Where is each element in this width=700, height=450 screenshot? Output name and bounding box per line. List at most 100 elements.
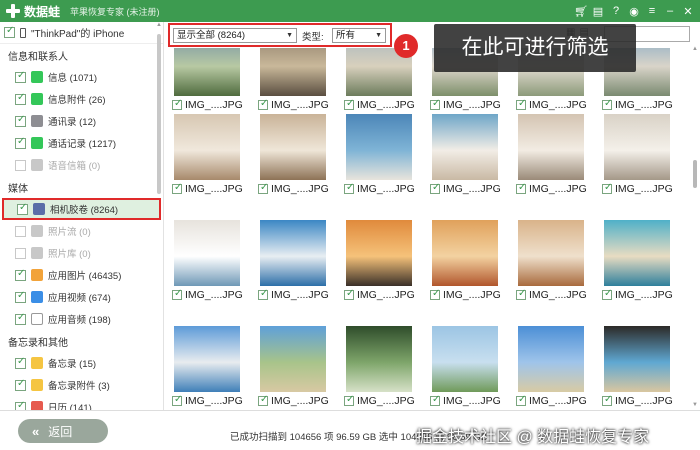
photo-item-label[interactable]: IMG_....JPG bbox=[172, 98, 243, 112]
sidebar-item[interactable]: 备忘录 (15) bbox=[0, 352, 163, 374]
photo-item-label[interactable]: IMG_....JPG bbox=[516, 98, 587, 112]
photo-item-label[interactable]: IMG_....JPG bbox=[344, 98, 415, 112]
photo-item-label[interactable]: IMG_....JPG bbox=[516, 182, 587, 196]
sidebar-item-checkbox[interactable] bbox=[15, 268, 26, 281]
photo-checkbox[interactable] bbox=[344, 394, 354, 406]
photo-checkbox[interactable] bbox=[344, 98, 354, 110]
photo-thumbnail[interactable] bbox=[260, 220, 326, 286]
back-button[interactable]: « 返回 bbox=[18, 419, 108, 443]
photo-item-label[interactable]: IMG_....JPG bbox=[258, 394, 329, 408]
photo-thumbnail[interactable] bbox=[346, 326, 412, 392]
sidebar-scrollbar[interactable] bbox=[157, 34, 161, 194]
minimize-icon[interactable]: – bbox=[664, 5, 676, 17]
photo-thumbnail[interactable] bbox=[518, 326, 584, 392]
photo-item-label[interactable]: IMG_....JPG bbox=[344, 394, 415, 408]
photo-item-label[interactable]: IMG_....JPG bbox=[172, 288, 243, 302]
grid-scrollbar[interactable]: ▲ ▼ bbox=[692, 46, 698, 410]
sidebar-item[interactable]: 日历 (141) bbox=[0, 396, 163, 410]
photo-item-label[interactable]: IMG_....JPG bbox=[602, 394, 673, 408]
device-checkbox[interactable] bbox=[4, 25, 15, 38]
photo-thumbnail[interactable] bbox=[174, 48, 240, 96]
chat-icon[interactable]: ◉ bbox=[628, 5, 640, 18]
photo-checkbox[interactable] bbox=[172, 98, 182, 110]
photo-item-label[interactable]: IMG_....JPG bbox=[172, 182, 243, 196]
photo-checkbox[interactable] bbox=[172, 394, 182, 406]
sidebar-item-checkbox[interactable] bbox=[15, 247, 26, 259]
photo-checkbox[interactable] bbox=[430, 182, 440, 194]
cart-icon[interactable]: 🛒︎ bbox=[574, 5, 588, 18]
scrollbar-thumb[interactable] bbox=[693, 160, 697, 188]
photo-thumbnail[interactable] bbox=[346, 220, 412, 286]
close-icon[interactable]: ✕ bbox=[682, 5, 694, 18]
sidebar-item-checkbox[interactable] bbox=[15, 356, 26, 369]
sidebar-item[interactable]: 相机胶卷 (8264) bbox=[2, 198, 161, 220]
gift-icon[interactable]: ▤ bbox=[592, 5, 604, 18]
sidebar-item[interactable]: 应用音频 (198) bbox=[0, 308, 163, 330]
sidebar-item-checkbox[interactable] bbox=[15, 400, 26, 410]
photo-item-label[interactable]: IMG_....JPG bbox=[602, 288, 673, 302]
photo-checkbox[interactable] bbox=[258, 182, 268, 194]
photo-thumbnail[interactable] bbox=[518, 220, 584, 286]
photo-item-label[interactable]: IMG_....JPG bbox=[516, 288, 587, 302]
photo-checkbox[interactable] bbox=[516, 288, 526, 300]
photo-item-label[interactable]: IMG_....JPG bbox=[344, 288, 415, 302]
photo-thumbnail[interactable] bbox=[604, 326, 670, 392]
photo-thumbnail[interactable] bbox=[260, 326, 326, 392]
sidebar-item[interactable]: 信息 (1071) bbox=[0, 66, 163, 88]
photo-checkbox[interactable] bbox=[258, 394, 268, 406]
photo-thumbnail[interactable] bbox=[432, 114, 498, 180]
sidebar-item-checkbox[interactable] bbox=[15, 312, 26, 325]
photo-thumbnail[interactable] bbox=[432, 220, 498, 286]
photo-checkbox[interactable] bbox=[602, 182, 612, 194]
photo-thumbnail[interactable] bbox=[174, 326, 240, 392]
photo-checkbox[interactable] bbox=[430, 98, 440, 110]
sidebar-item-checkbox[interactable] bbox=[15, 136, 26, 149]
photo-checkbox[interactable] bbox=[602, 288, 612, 300]
scroll-up-arrow-icon[interactable]: ▲ bbox=[692, 46, 698, 52]
photo-thumbnail[interactable] bbox=[604, 220, 670, 286]
photo-item-label[interactable]: IMG_....JPG bbox=[430, 182, 501, 196]
photo-checkbox[interactable] bbox=[258, 288, 268, 300]
photo-item-label[interactable]: IMG_....JPG bbox=[430, 394, 501, 408]
sidebar-item[interactable]: 语音信箱 (0) bbox=[0, 154, 163, 176]
photo-item-label[interactable]: IMG_....JPG bbox=[258, 98, 329, 112]
photo-checkbox[interactable] bbox=[344, 182, 354, 194]
photo-item-label[interactable]: IMG_....JPG bbox=[602, 98, 673, 112]
photo-item-label[interactable]: IMG_....JPG bbox=[430, 98, 501, 112]
sidebar-item[interactable]: 通讯录 (12) bbox=[0, 110, 163, 132]
photo-checkbox[interactable] bbox=[516, 394, 526, 406]
photo-checkbox[interactable] bbox=[602, 394, 612, 406]
photo-checkbox[interactable] bbox=[344, 288, 354, 300]
scroll-up-arrow-icon[interactable]: ▲ bbox=[156, 22, 162, 28]
photo-item-label[interactable]: IMG_....JPG bbox=[516, 394, 587, 408]
photo-thumbnail[interactable] bbox=[432, 326, 498, 392]
photo-thumbnail[interactable] bbox=[260, 114, 326, 180]
photo-thumbnail[interactable] bbox=[260, 48, 326, 96]
photo-item-label[interactable]: IMG_....JPG bbox=[430, 288, 501, 302]
photo-thumbnail[interactable] bbox=[518, 114, 584, 180]
photo-thumbnail[interactable] bbox=[346, 114, 412, 180]
help-icon[interactable]: ? bbox=[610, 5, 622, 17]
photo-checkbox[interactable] bbox=[430, 288, 440, 300]
sidebar-item[interactable]: 照片流 (0) bbox=[0, 220, 163, 242]
sidebar-item-checkbox[interactable] bbox=[15, 290, 26, 303]
sidebar-item-checkbox[interactable] bbox=[15, 92, 26, 105]
photo-checkbox[interactable] bbox=[430, 394, 440, 406]
sidebar-item[interactable]: 通话记录 (1217) bbox=[0, 132, 163, 154]
photo-checkbox[interactable] bbox=[172, 182, 182, 194]
sidebar-item[interactable]: 应用视频 (674) bbox=[0, 286, 163, 308]
sidebar-item-checkbox[interactable] bbox=[15, 225, 26, 237]
sidebar-item[interactable]: 信息附件 (26) bbox=[0, 88, 163, 110]
sidebar-item-checkbox[interactable] bbox=[15, 114, 26, 127]
sidebar-item-checkbox[interactable] bbox=[15, 159, 26, 171]
photo-checkbox[interactable] bbox=[258, 98, 268, 110]
scroll-down-arrow-icon[interactable]: ▼ bbox=[692, 402, 698, 408]
sidebar-item-checkbox[interactable] bbox=[15, 378, 26, 391]
sidebar-item-checkbox[interactable] bbox=[15, 70, 26, 83]
sidebar-item[interactable]: 应用图片 (46435) bbox=[0, 264, 163, 286]
sidebar-item[interactable]: 备忘录附件 (3) bbox=[0, 374, 163, 396]
photo-item-label[interactable]: IMG_....JPG bbox=[172, 394, 243, 408]
photo-item-label[interactable]: IMG_....JPG bbox=[344, 182, 415, 196]
photo-checkbox[interactable] bbox=[172, 288, 182, 300]
sidebar-item-checkbox[interactable] bbox=[17, 202, 28, 215]
